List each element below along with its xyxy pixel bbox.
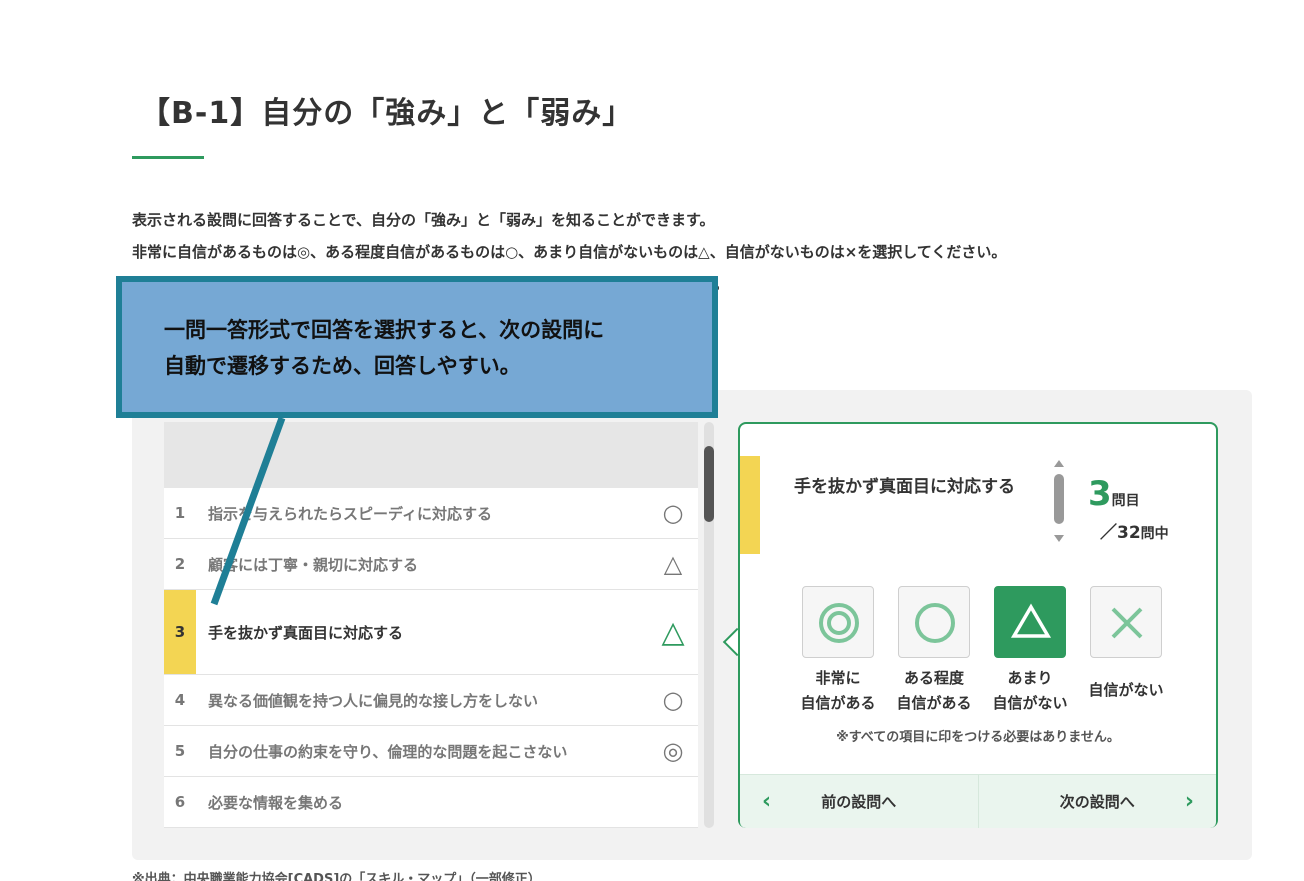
scroll-down-arrow-icon[interactable] [1054, 535, 1064, 542]
triangle-icon[interactable] [994, 586, 1066, 658]
scrollbar-thumb[interactable] [704, 446, 714, 522]
question-text: 自分の仕事の約束を守り、倫理的な問題を起こさない [208, 742, 568, 761]
circle-icon[interactable] [898, 586, 970, 658]
total-questions-value: ／32 [1100, 523, 1141, 543]
question-text: 指示を与えられたらスピーディに対応する [208, 504, 492, 523]
question-card: 手を抜かず真面目に対応する 3問目 ／32問中 非常に 自信がある ある程度 自信が… [738, 422, 1218, 828]
question-row-4[interactable]: 4 異なる価値観を持つ人に偏見的な接し方をしない ○ [164, 675, 698, 726]
scrollbar-thumb[interactable] [1054, 474, 1064, 524]
choice-label: 非常に 自信がある [800, 669, 876, 712]
callout-line-1: 一問一答形式で回答を選択すると、次の設問に [164, 318, 605, 342]
choice-label: あまり 自信がない [992, 669, 1068, 712]
intro-line-1: 表示される設問に回答することで、自分の「強み」と「弱み」を知ることができます。 [132, 211, 715, 229]
question-row-6[interactable]: 6 必要な情報を集める [164, 777, 698, 828]
triangle-icon: △ [661, 614, 685, 650]
total-questions: ／32問中 [1100, 518, 1169, 543]
triangle-icon: △ [663, 550, 683, 578]
choice-not-confident[interactable]: 自信がない [1078, 586, 1174, 703]
question-row-2[interactable]: 2 顧客には丁寧・親切に対応する △ [164, 539, 698, 590]
cross-icon[interactable] [1090, 586, 1162, 658]
double-circle-icon[interactable] [802, 586, 874, 658]
question-text: 顧客には丁寧・親切に対応する [208, 555, 419, 574]
next-question-button[interactable]: 次の設問へ › [979, 775, 1217, 828]
choice-very-confident[interactable]: 非常に 自信がある [790, 586, 886, 716]
question-number: 4 [174, 691, 186, 709]
total-questions-unit: 問中 [1140, 526, 1169, 542]
current-question-unit: 問目 [1111, 493, 1140, 509]
page-title: 【B-1】自分の「強み」と「弱み」 [140, 96, 634, 131]
card-navigation: ‹ 前の設問へ 次の設問へ › [740, 774, 1216, 828]
question-number: 6 [174, 793, 186, 811]
callout-line-2: 自動で遷移するため、回答しやすい。 [164, 354, 521, 378]
question-number: 1 [174, 504, 186, 522]
choice-not-very-confident[interactable]: あまり 自信がない [982, 586, 1078, 716]
circle-icon: ○ [662, 686, 684, 714]
question-row-5[interactable]: 5 自分の仕事の約束を守り、倫理的な問題を起こさない ◎ [164, 726, 698, 777]
question-number: 2 [174, 555, 186, 573]
question-list-header [164, 422, 698, 488]
intro-line-2: 非常に自信があるものは◎、ある程度自信があるものは○、あまり自信がないものは△、… [132, 243, 1007, 261]
question-text: 異なる価値観を持つ人に偏見的な接し方をしない [208, 691, 539, 710]
card-accent-bar [740, 456, 760, 554]
question-text: 手を抜かず真面目に対応する [208, 623, 404, 642]
card-question-text: 手を抜かず真面目に対応する [794, 477, 1015, 497]
next-question-label: 次の設問へ [1059, 793, 1135, 811]
question-text: 必要な情報を集める [208, 793, 344, 812]
callout-annotation: 一問一答形式で回答を選択すると、次の設問に 自動で遷移するため、回答しやすい。 [116, 276, 718, 418]
choice-label: 自信がない [1088, 681, 1164, 699]
card-note: ※すべての項目に印をつける必要はありません。 [836, 730, 1120, 745]
question-counter: 3問目 ／32問中 [1088, 474, 1169, 543]
choice-somewhat-confident[interactable]: ある程度 自信がある [886, 586, 982, 716]
double-circle-icon: ◎ [662, 737, 684, 765]
question-row-1[interactable]: 1 指示を与えられたらスピーディに対応する ○ [164, 488, 698, 539]
scroll-up-arrow-icon[interactable] [1054, 460, 1064, 467]
question-number: 3 [164, 590, 196, 674]
prev-question-label: 前の設問へ [821, 793, 897, 811]
title-underline [132, 156, 204, 159]
source-footnote: ※出典：中央職業能力協会[CADS]の「スキル・マップ」（一部修正） [132, 872, 541, 881]
answer-choices: 非常に 自信がある ある程度 自信がある あまり 自信がない 自信がない [790, 586, 1190, 716]
chevron-right-icon: › [1184, 789, 1194, 814]
question-list-scrollbar[interactable] [704, 422, 714, 828]
prev-question-button[interactable]: ‹ 前の設問へ [740, 775, 979, 828]
card-question-scrollbar[interactable] [1052, 460, 1066, 542]
question-list: 1 指示を与えられたらスピーディに対応する ○ 2 顧客には丁寧・親切に対応する… [164, 422, 698, 828]
question-number: 5 [174, 742, 186, 760]
current-question-number: 3 [1088, 474, 1112, 514]
question-row-3-active[interactable]: 3 手を抜かず真面目に対応する △ [164, 590, 698, 675]
circle-icon: ○ [662, 499, 684, 527]
choice-label: ある程度 自信がある [896, 669, 972, 712]
chevron-left-icon: ‹ [762, 789, 772, 814]
